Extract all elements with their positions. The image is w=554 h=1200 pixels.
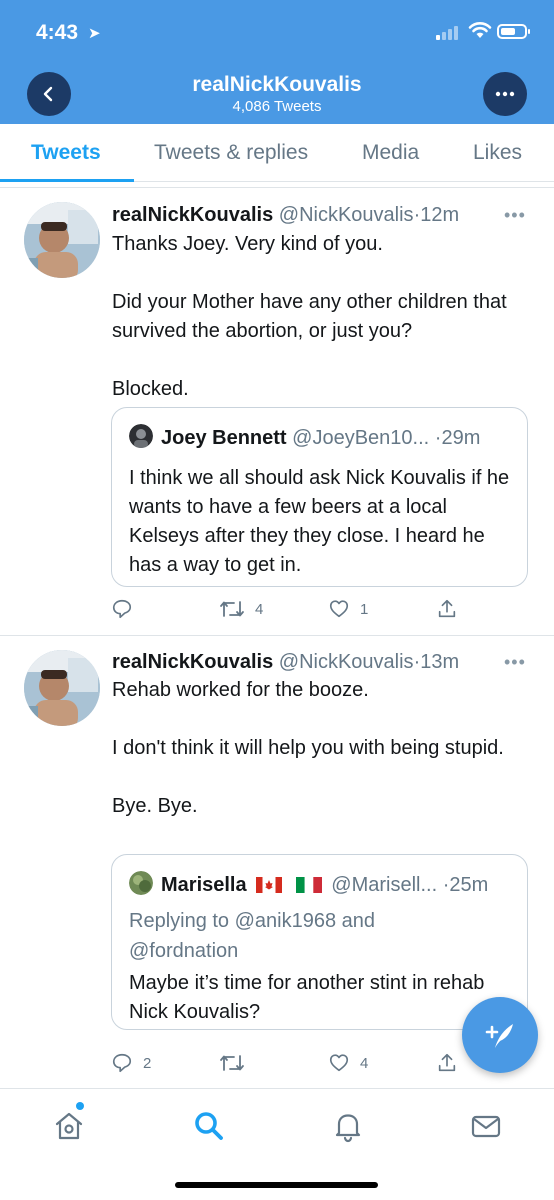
quoted-tweet-time: 25m [449, 874, 489, 896]
reply-icon [112, 599, 132, 619]
retweet-icon [220, 601, 244, 617]
italy-flag-icon [295, 877, 322, 893]
retweet-count: 4 [255, 600, 264, 618]
share-icon [438, 1053, 456, 1072]
share-icon [438, 599, 456, 618]
status-time: 4:43 [36, 21, 79, 44]
tab-tweets[interactable]: Tweets [31, 141, 101, 165]
like-count: 4 [360, 1054, 369, 1072]
messages-envelope-icon [471, 1115, 501, 1138]
status-bar: 4:43 ➤ [0, 18, 554, 48]
tweet-time: 12m [420, 204, 460, 226]
author-name[interactable]: realNickKouvalis [112, 204, 273, 226]
compose-tweet-button[interactable] [462, 997, 538, 1073]
quoted-tweet[interactable]: Marisella @Marisell... ·25m Replying to … [111, 854, 528, 1030]
tweet-text: Rehab worked for the booze. I don't thin… [112, 679, 504, 817]
quoted-tweet-header: Marisella @Marisell... ·25m [129, 871, 488, 897]
tweet-text: Thanks Joey. Very kind of you. Did your … [112, 233, 507, 400]
heart-icon [329, 600, 349, 618]
like-count: 1 [360, 600, 369, 618]
more-horizontal-icon [495, 91, 515, 97]
tweet-menu-button[interactable]: ••• [504, 652, 526, 673]
canada-flag-icon [256, 877, 283, 893]
author-handle[interactable]: @NickKouvalis [279, 204, 414, 226]
nav-messages[interactable] [469, 1109, 503, 1143]
search-icon [195, 1112, 223, 1140]
quoted-tweet-time: 29m [441, 427, 481, 449]
retweet-button[interactable] [219, 1052, 255, 1074]
avatar[interactable] [24, 202, 100, 278]
reply-button[interactable]: 2 [111, 1052, 151, 1074]
tab-tweets-and-replies[interactable]: Tweets & replies [154, 141, 308, 165]
active-tab-indicator [0, 179, 134, 182]
replying-to-label: Replying to @anik1968 and @fordnation [129, 910, 376, 962]
compose-tweet-icon [485, 1024, 513, 1048]
quoted-author-handle: @JoeyBen10... [292, 427, 430, 449]
quoted-author-handle: @Marisell... [331, 874, 438, 896]
tweet-header: realNickKouvalis @NickKouvalis·12m [112, 204, 459, 227]
like-button[interactable]: 4 [328, 1052, 368, 1074]
nav-search[interactable] [192, 1109, 226, 1143]
retweet-button[interactable]: 4 [219, 598, 263, 620]
more-options-button[interactable] [483, 72, 527, 116]
home-indicator-bar [175, 1182, 378, 1188]
new-tweets-indicator [76, 1102, 84, 1110]
home-icon [55, 1112, 83, 1140]
reply-count: 2 [143, 1054, 152, 1072]
retweet-icon [220, 1055, 244, 1071]
heart-icon [329, 1054, 349, 1072]
tab-likes[interactable]: Likes [473, 141, 522, 165]
profile-photo-image [24, 202, 100, 278]
quoted-tweet-text: Maybe it’s time for another stint in reh… [129, 972, 485, 1023]
quoted-author-avatar[interactable] [129, 871, 153, 895]
reply-icon [112, 1053, 132, 1073]
profile-name: realNickKouvalis [192, 73, 362, 96]
nav-home[interactable] [52, 1109, 86, 1143]
tweet-count: 4,086 Tweets [232, 98, 322, 115]
tweet[interactable]: realNickKouvalis @NickKouvalis·12m ••• T… [0, 188, 554, 636]
quoted-author-avatar[interactable] [129, 424, 153, 448]
share-button[interactable] [436, 598, 458, 620]
notifications-bell-icon [335, 1114, 361, 1143]
tweet-actions: 4 1 [0, 598, 554, 624]
quoted-tweet-text: I think we all should ask Nick Kouvalis … [129, 467, 510, 576]
tweet-time: 13m [420, 651, 460, 673]
cellular-signal-icon [436, 24, 462, 40]
nav-notifications[interactable] [331, 1109, 365, 1143]
reply-button[interactable] [111, 598, 143, 620]
profile-photo-image [24, 650, 100, 726]
profile-header: 4:43 ➤ realNickKouvalis 4,086 Tweets [0, 0, 554, 124]
location-arrow-icon: ➤ [88, 25, 101, 42]
author-handle[interactable]: @NickKouvalis [279, 651, 414, 673]
tweet-header: realNickKouvalis @NickKouvalis·13m [112, 651, 459, 674]
profile-tabs: Tweets Tweets & replies Media Likes [0, 124, 554, 182]
quoted-tweet-header: Joey Bennett @JoeyBen10... ·29m [129, 424, 480, 450]
wifi-icon [468, 22, 492, 38]
quoted-author-name: Marisella [161, 874, 247, 896]
tweet-menu-button[interactable]: ••• [504, 205, 526, 226]
battery-icon [497, 24, 530, 39]
quoted-author-name: Joey Bennett [161, 427, 287, 449]
tab-media[interactable]: Media [362, 141, 419, 165]
avatar[interactable] [24, 650, 100, 726]
like-button[interactable]: 1 [328, 598, 368, 620]
share-button[interactable] [436, 1052, 458, 1074]
author-name[interactable]: realNickKouvalis [112, 651, 273, 673]
quoted-tweet[interactable]: Joey Bennett @JoeyBen10... ·29m I think … [111, 407, 528, 587]
